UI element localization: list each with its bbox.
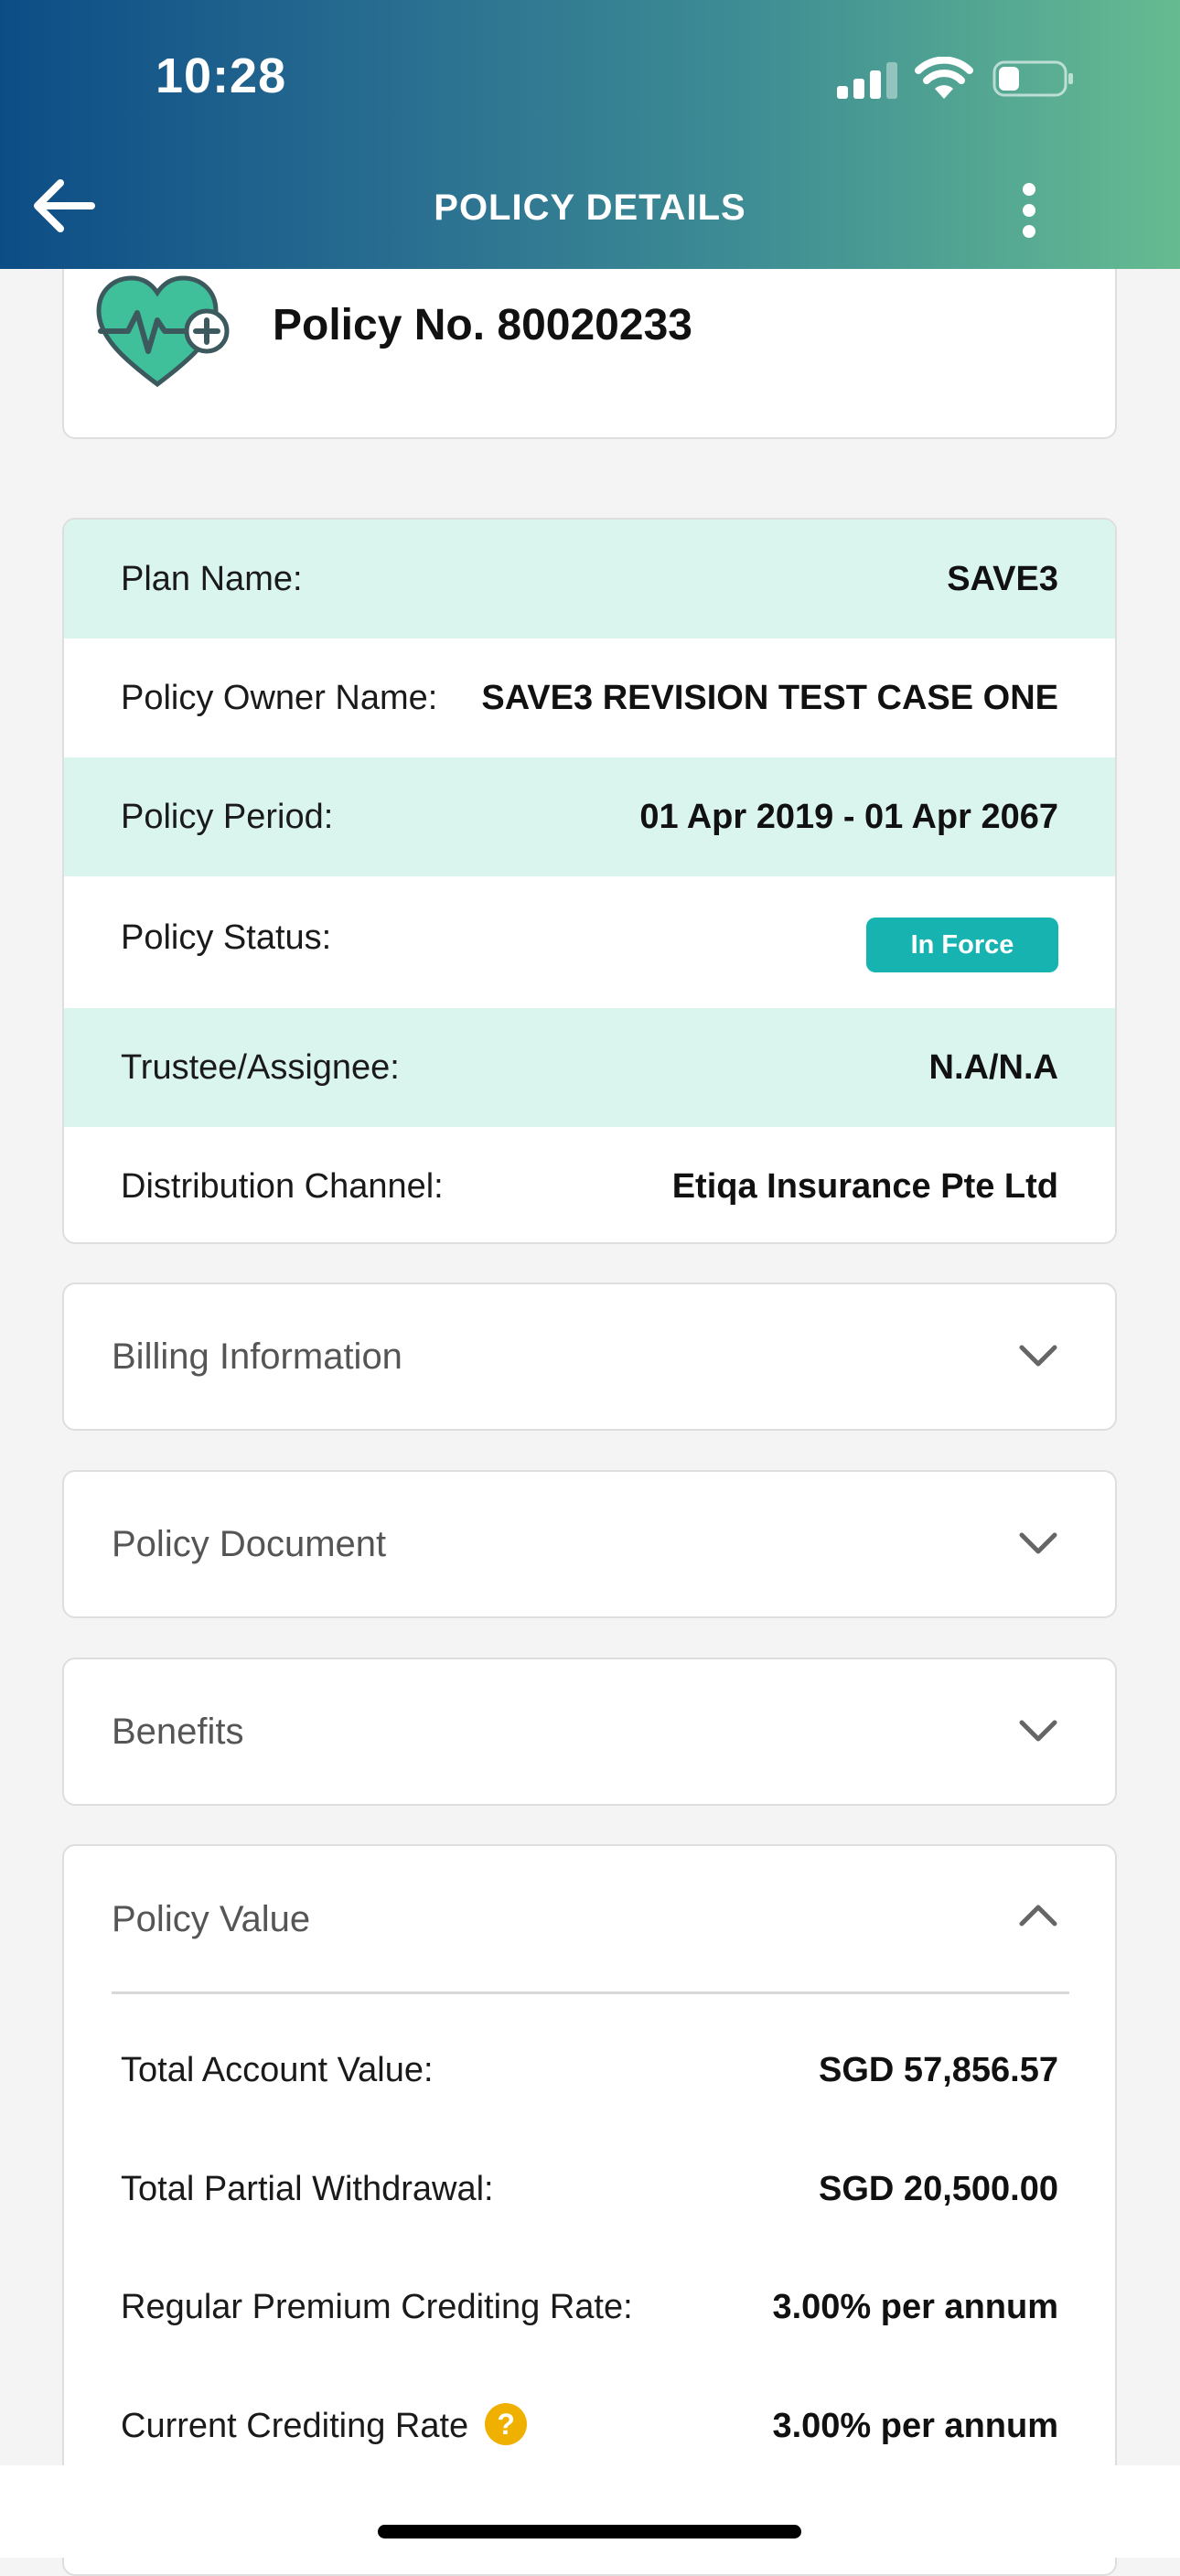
home-indicator-area bbox=[0, 2465, 1180, 2558]
info-value: SAVE3 bbox=[947, 560, 1058, 598]
accordion-title: Policy Value bbox=[112, 1899, 311, 1939]
chevron-up-icon bbox=[1019, 1905, 1057, 1927]
accordion-title: Policy Document bbox=[112, 1524, 387, 1564]
info-label: Trustee/Assignee: bbox=[121, 1048, 400, 1087]
value-amount: SGD 57,856.57 bbox=[819, 2051, 1058, 2089]
policy-document-accordion[interactable]: Policy Document bbox=[62, 1470, 1117, 1618]
value-label: Total Partial Withdrawal: bbox=[121, 2170, 494, 2208]
accordion-title: Benefits bbox=[112, 1712, 244, 1752]
benefits-accordion[interactable]: Benefits bbox=[62, 1658, 1117, 1806]
info-value: N.A/N.A bbox=[928, 1048, 1058, 1087]
value-label: Regular Premium Crediting Rate: bbox=[121, 2288, 633, 2326]
policy-number: Policy No. 80020233 bbox=[273, 301, 692, 349]
info-row-policy-period: Policy Period: 01 Apr 2019 - 01 Apr 2067 bbox=[64, 757, 1115, 876]
info-row-distribution-channel: Distribution Channel: Etiqa Insurance Pt… bbox=[64, 1127, 1115, 1242]
info-label: Policy Period: bbox=[121, 798, 334, 836]
health-heart-icon bbox=[96, 275, 230, 388]
chevron-down-icon bbox=[1019, 1532, 1057, 1554]
help-icon[interactable]: ? bbox=[485, 2402, 528, 2445]
accordion-title: Billing Information bbox=[112, 1336, 402, 1377]
value-label: Total Account Value: bbox=[121, 2051, 434, 2089]
info-label: Distribution Channel: bbox=[121, 1167, 444, 1206]
info-label: Policy Owner Name: bbox=[121, 679, 438, 717]
billing-information-accordion[interactable]: Billing Information bbox=[62, 1283, 1117, 1431]
info-label: Plan Name: bbox=[121, 560, 303, 598]
info-value: SAVE3 REVISION TEST CASE ONE bbox=[481, 679, 1058, 717]
policy-value-row-total-account: Total Account Value: SGD 57,856.57 bbox=[64, 2011, 1115, 2130]
value-amount: 3.00% per annum bbox=[772, 2288, 1058, 2326]
home-indicator[interactable] bbox=[378, 2525, 801, 2538]
value-amount: SGD 20,500.00 bbox=[819, 2170, 1058, 2208]
info-row-policy-status: Policy Status: In Force bbox=[64, 876, 1115, 1008]
info-row-owner-name: Policy Owner Name: SAVE3 REVISION TEST C… bbox=[64, 639, 1115, 757]
policy-info-card: Plan Name: SAVE3 Policy Owner Name: SAVE… bbox=[62, 518, 1117, 1244]
more-vertical-icon bbox=[1023, 183, 1035, 238]
info-row-trustee: Trustee/Assignee: N.A/N.A bbox=[64, 1008, 1115, 1127]
info-row-plan-name: Plan Name: SAVE3 bbox=[64, 520, 1115, 639]
status-time: 10:28 bbox=[156, 48, 287, 103]
policy-value-row-partial-withdrawal: Total Partial Withdrawal: SGD 20,500.00 bbox=[64, 2130, 1115, 2249]
chevron-down-icon bbox=[1019, 1720, 1057, 1742]
chevron-down-icon bbox=[1019, 1345, 1057, 1367]
app-header: 10:28 POLICY DETAILS bbox=[0, 0, 1180, 269]
more-options-button[interactable] bbox=[1006, 178, 1052, 242]
info-label: Policy Status: bbox=[121, 918, 332, 957]
policy-value-row-regular-premium-rate: Regular Premium Crediting Rate: 3.00% pe… bbox=[64, 2248, 1115, 2367]
info-value: Etiqa Insurance Pte Ltd bbox=[671, 1167, 1058, 1206]
cellular-signal-icon bbox=[837, 62, 897, 99]
wifi-icon bbox=[915, 57, 973, 99]
info-value: 01 Apr 2019 - 01 Apr 2067 bbox=[639, 798, 1058, 836]
value-label: Current Crediting Rate bbox=[121, 2407, 469, 2445]
policy-value-header[interactable]: Policy Value bbox=[64, 1846, 1115, 1991]
page-title: POLICY DETAILS bbox=[434, 188, 746, 228]
status-badge: In Force bbox=[866, 918, 1058, 972]
divider bbox=[112, 1991, 1069, 1994]
battery-icon bbox=[992, 60, 1073, 97]
